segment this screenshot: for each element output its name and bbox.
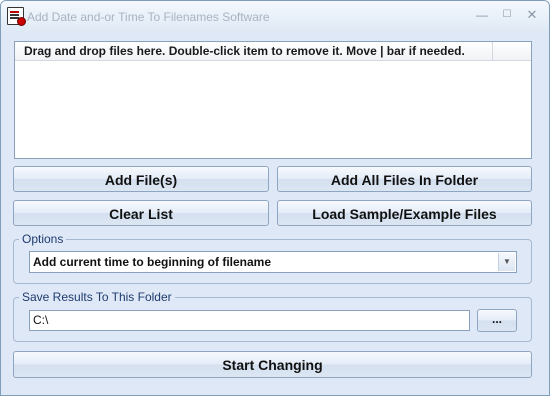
save-folder-input[interactable]: C:\	[29, 310, 470, 331]
start-changing-button[interactable]: Start Changing	[13, 351, 532, 378]
window-title: Add Date and-or Time To Filenames Softwa…	[27, 10, 270, 24]
list-header-filler	[493, 42, 531, 61]
add-all-files-in-folder-button[interactable]: Add All Files In Folder	[277, 166, 532, 192]
close-icon[interactable]: ✕	[520, 6, 544, 24]
add-files-button[interactable]: Add File(s)	[13, 166, 269, 192]
app-icon[interactable]	[7, 7, 26, 26]
file-drop-list[interactable]: Drag and drop files here. Double-click i…	[14, 41, 532, 159]
save-folder-label: Save Results To This Folder	[19, 290, 175, 304]
title-bar[interactable]: Add Date and-or Time To Filenames Softwa…	[1, 1, 549, 32]
list-column-header[interactable]: Drag and drop files here. Double-click i…	[15, 42, 493, 61]
options-dropdown[interactable]: Add current time to beginning of filenam…	[29, 251, 517, 273]
maximize-icon[interactable]: ☐	[495, 6, 519, 24]
load-sample-files-button[interactable]: Load Sample/Example Files	[277, 200, 532, 226]
options-selected-value: Add current time to beginning of filenam…	[33, 255, 272, 269]
options-label: Options	[19, 232, 67, 246]
chevron-down-icon[interactable]: ▼	[498, 253, 515, 271]
app-window: Add Date and-or Time To Filenames Softwa…	[0, 0, 550, 396]
minimize-icon[interactable]: —	[470, 6, 494, 24]
browse-folder-button[interactable]: ...	[477, 309, 517, 332]
clear-list-button[interactable]: Clear List	[13, 200, 269, 226]
